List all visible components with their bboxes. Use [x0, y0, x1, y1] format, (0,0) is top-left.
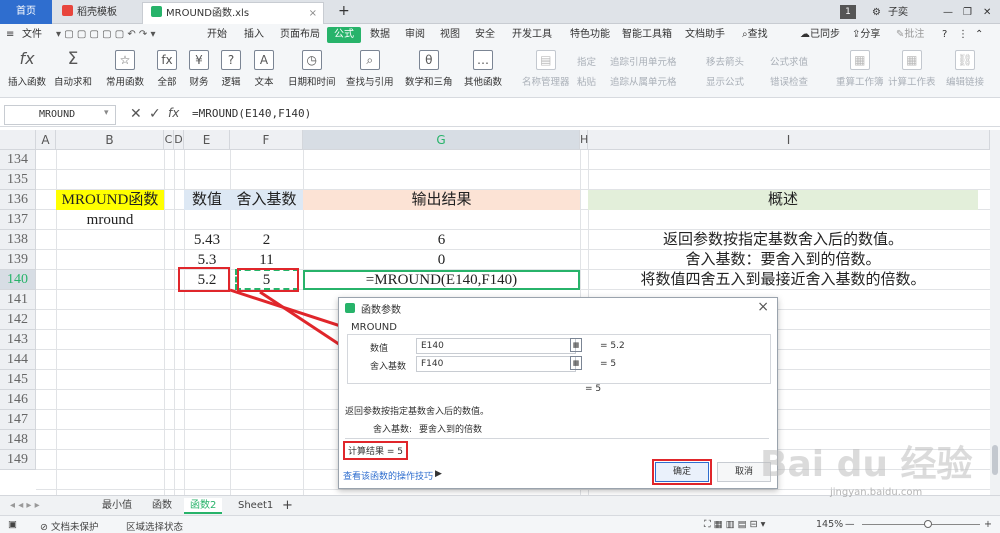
arg-description: 要舍入到的倍数	[419, 425, 483, 435]
sheet-tab[interactable]: Sheet1	[232, 498, 279, 514]
shield-icon: ⊘	[40, 522, 51, 533]
divider	[345, 438, 769, 439]
function-description: 返回参数按指定基数舍入后的数值。	[345, 407, 490, 417]
dialog-title: 函数参数	[361, 305, 401, 316]
arg2-input[interactable]: F140	[416, 356, 576, 372]
total-result: = 5	[585, 384, 602, 394]
function-name: MROUND	[351, 322, 397, 333]
dialog-close-icon[interactable]: ×	[757, 299, 769, 315]
calc-result: 计算结果 = 5	[343, 441, 408, 460]
arguments-group: 数值 E140 ▦ = 5.2 舍入基数 F140 ▦ = 5	[347, 334, 771, 384]
zoom-in-button[interactable]: +	[984, 519, 992, 530]
protection-status[interactable]: ⊘ 文档未保护	[40, 519, 99, 533]
function-arguments-dialog: 函数参数 × MROUND 数值 E140 ▦ = 5.2 舍入基数 F140 …	[338, 297, 778, 489]
status-bar: ▣ ⊘ 文档未保护 区域选择状态 ⛶ ▦ ▥ ▤ ⊟ ▾ 145% — +	[0, 515, 1000, 533]
collapse-icon[interactable]: ▦	[570, 356, 582, 370]
view-icons[interactable]: ⛶ ▦ ▥ ▤ ⊟ ▾	[704, 519, 765, 530]
zoom-level[interactable]: 145%	[816, 519, 843, 530]
sheet-nav-arrows-icon[interactable]: ◂ ◂ ▸ ▸	[4, 498, 46, 514]
protection-label: 文档未保护	[50, 522, 99, 533]
selection-mode: 区域选择状态	[126, 522, 184, 533]
watermark-logo: Bai du 经验	[760, 444, 973, 485]
macro-icon[interactable]: ▣	[8, 519, 17, 530]
zoom-slider[interactable]	[862, 524, 980, 525]
add-sheet-button[interactable]: +	[276, 498, 299, 514]
sheet-tab-bar: ◂ ◂ ▸ ▸ 最小值 函数 函数2 Sheet1 +	[0, 495, 1000, 515]
zoom-slider-thumb[interactable]	[924, 520, 932, 528]
arg-description-label: 舍入基数:	[373, 425, 413, 435]
video-icon[interactable]: ▶	[435, 469, 442, 479]
collapse-icon[interactable]: ▦	[570, 338, 582, 352]
arg2-label: 舍入基数	[370, 362, 407, 372]
arg2-result: = 5	[600, 359, 617, 369]
arg1-result: = 5.2	[600, 341, 625, 351]
annotation-box-ok	[652, 459, 712, 485]
sheet-tab[interactable]: 函数	[146, 498, 178, 514]
help-link[interactable]: 查看该函数的操作技巧	[343, 469, 433, 482]
watermark-url: jingyan.baidu.com	[830, 487, 923, 498]
sheet-tab-active[interactable]: 函数2	[184, 498, 223, 514]
zoom-out-button[interactable]: —	[845, 519, 855, 530]
sheet-tab[interactable]: 最小值	[96, 498, 138, 514]
arg1-label: 数值	[370, 344, 389, 354]
arg1-input[interactable]: E140	[416, 338, 576, 354]
app-logo-icon	[345, 303, 355, 313]
